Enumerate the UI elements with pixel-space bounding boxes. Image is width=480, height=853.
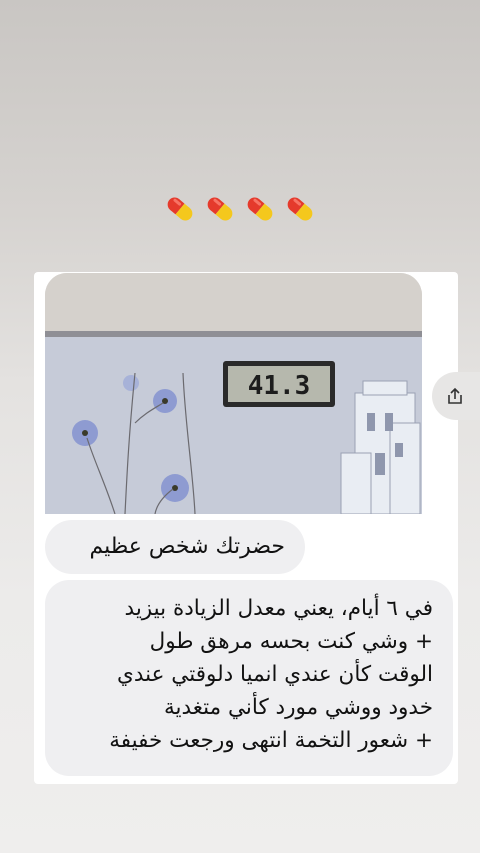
message-line: + شعور التخمة انتهى ورجعت خفيفة — [109, 728, 433, 753]
message-bubble: حضرتك شخص عظيم — [45, 520, 305, 574]
share-icon — [448, 387, 462, 404]
pill-emoji-row — [0, 192, 480, 226]
message-line: + وشي كنت بحسه مرهق طول — [149, 629, 433, 654]
pill-icon — [243, 192, 277, 226]
scale-reading: 41.3 — [248, 371, 311, 401]
pill-icon — [163, 192, 197, 226]
message-line: الوقت كأن عندي انميا دلوقتي عندي — [117, 662, 433, 687]
message-bubble: في ٦ أيام، يعني معدل الزيادة بيزيد + وشي… — [45, 580, 453, 776]
pill-icon — [203, 192, 237, 226]
message-line: خدود ووشي مورد كأني متغدية — [163, 695, 433, 720]
message-line: في ٦ أيام، يعني معدل الزيادة بيزيد — [124, 596, 433, 621]
scale-photo[interactable]: 41.3 — [45, 273, 422, 514]
pill-icon — [283, 192, 317, 226]
share-button[interactable] — [432, 372, 480, 420]
message-text: حضرتك شخص عظيم — [89, 534, 285, 559]
